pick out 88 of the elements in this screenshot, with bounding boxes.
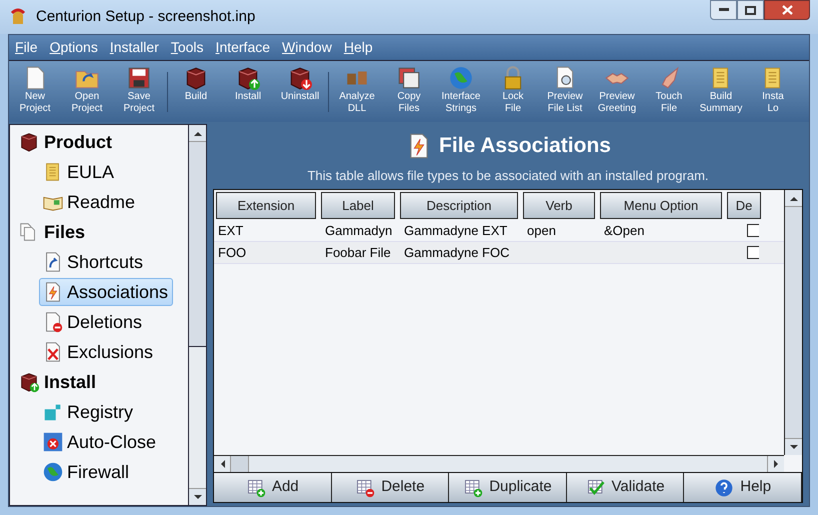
table-cell: &Open	[604, 222, 644, 238]
globe-icon	[448, 64, 474, 90]
toolbar-button[interactable]: Preview File List	[539, 62, 591, 120]
grid-plus-icon	[246, 478, 266, 498]
tree-group-label[interactable]: Product	[44, 128, 112, 156]
tree-item[interactable]: Deletions	[39, 308, 148, 336]
warrior-helmet-icon	[8, 7, 28, 27]
column-header[interactable]: De	[727, 192, 761, 219]
toolbar-button[interactable]: Copy Files	[383, 62, 435, 120]
table-cell: EXT	[218, 222, 244, 238]
column-header[interactable]: Description	[400, 192, 518, 219]
toolbar-button[interactable]: Install	[222, 62, 274, 120]
table-cell: Foobar File	[325, 244, 391, 260]
action-button[interactable]: Validate	[566, 473, 684, 502]
column-header[interactable]: Menu Option	[600, 192, 722, 219]
table-cell: Gammadyne EXT	[404, 222, 508, 238]
grid-check-icon	[586, 478, 606, 498]
toolbar-button[interactable]: Preview Greeting	[591, 62, 643, 120]
row-checkbox[interactable]	[747, 224, 759, 236]
table-cell: Gammadyne FOC	[404, 244, 510, 260]
scroll-left-icon	[220, 460, 224, 468]
maximize-button[interactable]	[737, 0, 764, 20]
scroll-down-icon	[790, 444, 798, 450]
menu-item[interactable]: Installer	[110, 37, 159, 58]
column-header[interactable]: Extension	[216, 192, 316, 219]
scroll-thumb[interactable]	[189, 142, 206, 347]
toolbar-button[interactable]: Uninstall	[274, 62, 326, 120]
toolbar-button[interactable]: Interface Strings	[435, 62, 487, 120]
scroll-down-icon	[194, 494, 202, 500]
scroll-right-icon	[774, 460, 778, 468]
toolbar-button[interactable]: Lock File	[487, 62, 539, 120]
toolbar-button[interactable]: Touch File	[643, 62, 695, 120]
minimize-button[interactable]	[710, 0, 737, 20]
menu-item[interactable]: Options	[50, 37, 98, 58]
maximize-icon	[745, 6, 756, 14]
scrollbar[interactable]	[214, 455, 784, 472]
help-icon	[714, 478, 734, 498]
scroll-thumb[interactable]	[785, 207, 802, 438]
action-button[interactable]: Duplicate	[449, 473, 567, 502]
globe-icon	[42, 461, 64, 483]
tree-group-label[interactable]: Files	[44, 218, 86, 246]
scroll-up-icon	[790, 196, 798, 200]
copy-icon	[396, 64, 422, 90]
scroll-up-icon	[194, 130, 202, 136]
table-cell: open	[527, 222, 556, 238]
tree-item[interactable]: EULA	[39, 158, 120, 186]
action-button[interactable]: Add	[214, 473, 332, 502]
tree-item[interactable]: Exclusions	[39, 338, 158, 366]
menu-item[interactable]: Window	[282, 37, 332, 58]
tree-item[interactable]: Registry	[39, 398, 138, 426]
scrollbar[interactable]	[784, 190, 802, 455]
panel-subtitle: This table allows file types to be associated with an installed program.	[306, 166, 710, 185]
scroll-thumb[interactable]	[231, 456, 249, 472]
minimize-icon	[718, 8, 728, 12]
toolbar-button[interactable]: Analyze DLL	[331, 62, 383, 120]
close-window-icon	[42, 431, 64, 453]
panel-title: File Associations	[439, 133, 611, 159]
toolbar-button[interactable]: Build Summary	[695, 62, 747, 120]
tree-item[interactable]: Auto-Close	[39, 428, 162, 456]
grid-minus-icon	[355, 478, 376, 498]
toolbar-button[interactable]: Open Project	[61, 62, 113, 120]
toolbar-button[interactable]: Insta Lo	[747, 62, 799, 120]
action-button[interactable]: Delete	[332, 473, 450, 502]
tree-item[interactable]: Associations	[39, 278, 174, 306]
menu-item[interactable]: Help	[344, 37, 373, 58]
toolbar-button[interactable]: Save Project	[113, 62, 165, 120]
toolbar-button[interactable]: Build	[170, 62, 222, 120]
close-button[interactable]	[764, 0, 810, 20]
grid-plus-icon	[463, 478, 484, 498]
menu-item[interactable]: File	[15, 37, 38, 58]
column-header[interactable]: Verb	[523, 192, 595, 219]
row-checkbox[interactable]	[747, 246, 759, 258]
tree-item[interactable]: Shortcuts	[39, 248, 148, 276]
window-title: Centurion Setup - screenshot.inp	[36, 6, 256, 27]
action-button[interactable]: Help	[684, 473, 802, 502]
table-cell: Gammadyn	[325, 222, 392, 238]
tree-item[interactable]: Readme	[39, 188, 140, 216]
column-header[interactable]: Label	[321, 192, 395, 219]
table-cell: FOO	[218, 244, 246, 260]
box-arrow-up-icon	[18, 371, 40, 393]
toolbar-button[interactable]: New Project	[9, 62, 61, 120]
menu-item[interactable]: Tools	[170, 37, 204, 58]
box-icon	[18, 131, 40, 153]
menu-item[interactable]: Interface	[216, 37, 270, 58]
tree-group-label[interactable]: Install	[44, 368, 96, 396]
scrollbar[interactable]	[188, 125, 206, 505]
tree-item[interactable]: Firewall	[39, 458, 134, 486]
close-icon	[782, 5, 792, 15]
